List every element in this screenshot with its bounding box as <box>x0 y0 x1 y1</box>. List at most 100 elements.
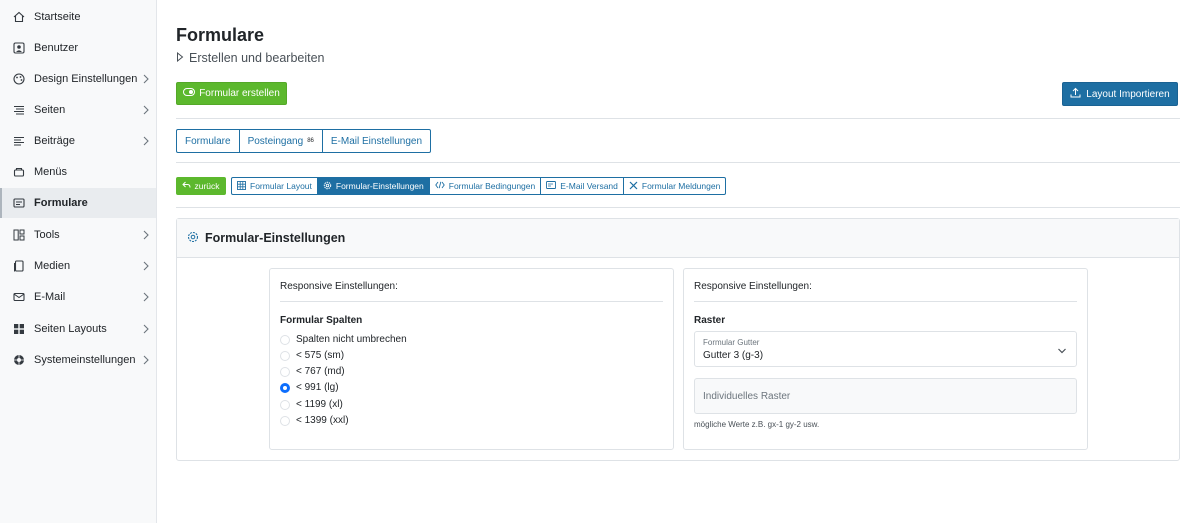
gear-icon <box>323 181 332 192</box>
sidebar-item-design-einstellungen[interactable]: Design Einstellungen <box>0 64 156 94</box>
tab-formular-meldungen[interactable]: Formular Meldungen <box>624 178 725 194</box>
radio-option-nowrap[interactable]: Spalten nicht umbrechen <box>280 334 407 345</box>
system-settings-icon <box>12 353 26 367</box>
sidebar-item-tools[interactable]: Tools <box>0 220 156 250</box>
menu-icon <box>12 165 26 179</box>
radio-button[interactable] <box>280 366 290 377</box>
radio-label: < 991 (lg) <box>296 382 339 393</box>
grid-icon <box>237 180 246 192</box>
divider <box>176 118 1180 119</box>
radio-option-xl[interactable]: < 1199 (xl) <box>280 399 343 410</box>
tab-email-versand[interactable]: E-Mail Versand <box>541 178 624 194</box>
divider <box>280 301 663 302</box>
form-icon <box>12 196 26 210</box>
tab-label: Formular Meldungen <box>641 181 721 191</box>
radio-option-xxl[interactable]: < 1399 (xxl) <box>280 415 349 426</box>
user-icon <box>12 41 26 55</box>
columns-label: Formular Spalten <box>280 315 363 326</box>
settings-card: Formular-Einstellungen Responsive Einste… <box>176 218 1180 461</box>
layouts-icon <box>12 322 26 336</box>
radio-label: < 575 (sm) <box>296 350 345 361</box>
tab-formulare[interactable]: Formulare <box>177 130 240 152</box>
chevron-right-icon <box>142 104 150 118</box>
chevron-right-icon <box>142 291 150 305</box>
sidebar-item-menues[interactable]: Menüs <box>0 157 156 187</box>
grid-settings-panel: Responsive Einstellungen: Raster Formula… <box>683 268 1088 450</box>
media-icon <box>12 259 26 273</box>
custom-grid-input[interactable]: Individuelles Raster <box>694 378 1077 414</box>
home-icon <box>12 10 26 24</box>
sidebar-item-startseite[interactable]: Startseite <box>0 2 156 32</box>
divider <box>694 301 1077 302</box>
radio-button[interactable] <box>280 399 290 410</box>
tab-email-einstellungen[interactable]: E-Mail Einstellungen <box>323 130 430 152</box>
main-tabs: Formulare Posteingang 86 E-Mail Einstellu… <box>176 129 432 153</box>
gutter-select-value: Gutter 3 (g-3) <box>703 350 764 361</box>
tab-label: Formular-Einstellungen <box>335 181 424 191</box>
sidebar-item-beitraege[interactable]: Beiträge <box>0 126 156 156</box>
sidebar-item-label: Medien <box>34 260 71 272</box>
page-subtitle: Erstellen und bearbeiten <box>176 51 325 65</box>
code-icon <box>435 181 445 191</box>
sidebar-item-label: Systemeinstellungen <box>34 354 136 366</box>
chevron-down-icon <box>1057 344 1067 358</box>
radio-label: Spalten nicht umbrechen <box>296 334 407 345</box>
responsive-columns-panel: Responsive Einstellungen: Formular Spalt… <box>269 268 674 450</box>
sidebar-item-systemeinstellungen[interactable]: Systemeinstellungen <box>0 345 156 375</box>
sidebar-item-medien[interactable]: Medien <box>0 251 156 281</box>
page-title: Formulare <box>176 25 265 45</box>
chevron-right-icon <box>142 354 150 368</box>
import-layout-label: Layout Importieren <box>1086 88 1170 100</box>
tab-label: Posteingang <box>247 135 304 147</box>
radio-button-checked[interactable] <box>280 382 290 393</box>
radio-option-sm[interactable]: < 575 (sm) <box>280 350 344 361</box>
sidebar-item-email[interactable]: E-Mail <box>0 282 156 312</box>
chevron-right-icon <box>142 260 150 274</box>
sidebar-item-label: Seiten <box>34 104 66 116</box>
create-form-button[interactable]: Formular erstellen <box>176 82 287 105</box>
caret-right-icon <box>176 51 184 65</box>
sidebar-item-seiten-layouts[interactable]: Seiten Layouts <box>0 314 156 344</box>
toggle-icon <box>183 88 196 99</box>
tab-formular-layout[interactable]: Formular Layout <box>232 178 318 194</box>
back-button[interactable]: zurück <box>176 177 226 195</box>
sidebar: Startseite Benutzer Design Einstellungen… <box>0 0 157 523</box>
tab-label: Formular Layout <box>250 181 312 191</box>
gutter-select-label: Formular Gutter <box>703 338 760 347</box>
tab-label: E-Mail Versand <box>560 181 618 191</box>
help-text: mögliche Werte z.B. gx-1 gy-2 usw. <box>694 420 820 429</box>
sidebar-item-label: Beiträge <box>34 135 75 147</box>
mail-icon <box>12 290 26 304</box>
sidebar-item-label: Formulare <box>34 197 88 209</box>
sidebar-item-label: Startseite <box>34 11 81 23</box>
chevron-right-icon <box>142 323 150 337</box>
sidebar-item-formulare[interactable]: Formulare <box>0 188 156 218</box>
radio-option-md[interactable]: < 767 (md) <box>280 366 345 377</box>
sidebar-item-label: E-Mail <box>34 291 66 303</box>
sidebar-item-label: Benutzer <box>34 42 79 54</box>
custom-grid-placeholder: Individuelles Raster <box>703 390 791 402</box>
import-layout-button[interactable]: Layout Importieren <box>1062 82 1178 106</box>
sidebar-item-label: Tools <box>34 229 60 241</box>
radio-button[interactable] <box>280 415 290 426</box>
sidebar-item-benutzer[interactable]: Benutzer <box>0 33 156 63</box>
back-label: zurück <box>194 181 220 191</box>
radio-button[interactable] <box>280 350 290 361</box>
sidebar-item-seiten[interactable]: Seiten <box>0 95 156 125</box>
tab-formular-einstellungen[interactable]: Formular-Einstellungen <box>317 178 430 194</box>
mail-send-icon <box>546 181 557 191</box>
tab-label: E-Mail Einstellungen <box>330 135 423 147</box>
card-header: Formular-Einstellungen <box>177 219 1179 258</box>
sidebar-item-label: Design Einstellungen <box>34 73 138 85</box>
gear-icon <box>187 231 199 246</box>
sidebar-item-label: Menüs <box>34 166 68 178</box>
tab-posteingang[interactable]: Posteingang 86 <box>240 130 323 152</box>
gutter-select[interactable]: Formular Gutter Gutter 3 (g-3) <box>694 331 1077 367</box>
inbox-count-badge: 86 <box>307 138 314 144</box>
posts-icon <box>12 134 26 148</box>
radio-option-lg[interactable]: < 991 (lg) <box>280 382 339 393</box>
tab-formular-bedingungen[interactable]: Formular Bedingungen <box>430 178 542 194</box>
radio-button[interactable] <box>280 334 290 345</box>
tab-label: Formular Bedingungen <box>448 181 536 191</box>
page-subtitle-text: Erstellen und bearbeiten <box>189 51 325 65</box>
